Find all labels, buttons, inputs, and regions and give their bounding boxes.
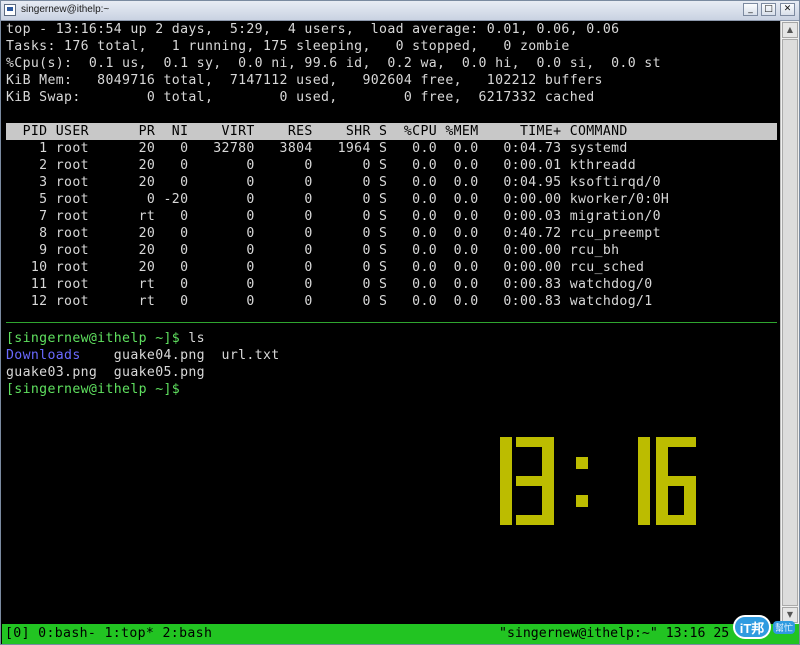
title-bar[interactable]: singernew@ithelp:~ _ □ ✕ bbox=[1, 1, 799, 21]
ls-file-entries: guake04.png url.txt bbox=[80, 348, 280, 363]
vertical-scrollbar[interactable]: ▲ ▼ bbox=[780, 21, 799, 624]
clock-digit-one bbox=[500, 437, 512, 525]
process-row: 3 root 20 0 0 0 0 S 0.0 0.0 0:04.95 ksof… bbox=[6, 175, 661, 190]
maximize-button[interactable]: □ bbox=[761, 3, 776, 16]
minimize-button[interactable]: _ bbox=[743, 3, 758, 16]
big-clock bbox=[498, 435, 708, 527]
tmux-status-bar: [0] 0:bash- 1:top* 2:bash "singernew@ith… bbox=[2, 624, 799, 644]
process-row: 7 root rt 0 0 0 0 S 0.0 0.0 0:00.03 migr… bbox=[6, 209, 661, 224]
shell-line: [singernew@ithelp ~]$ bbox=[6, 381, 180, 398]
window-title: singernew@ithelp:~ bbox=[21, 4, 110, 15]
top-summary-line: Tasks: 176 total, 1 running, 175 sleepin… bbox=[6, 39, 570, 54]
top-summary-line: KiB Swap: 0 total, 0 used, 0 free, 62173… bbox=[6, 90, 595, 105]
ls-file-entries: guake03.png guake05.png bbox=[6, 365, 205, 380]
process-row: 10 root 20 0 0 0 0 S 0.0 0.0 0:00.00 rcu… bbox=[6, 260, 645, 275]
shell-command: ls bbox=[180, 331, 205, 346]
process-row: 2 root 20 0 0 0 0 S 0.0 0.0 0:00.01 kthr… bbox=[6, 158, 637, 173]
process-row: 8 root 20 0 0 0 0 S 0.0 0.0 0:40.72 rcu_… bbox=[6, 226, 661, 241]
process-row: 12 root rt 0 0 0 0 S 0.0 0.0 0:00.83 wat… bbox=[6, 294, 653, 309]
process-table-header: PID USER PR NI VIRT RES SHR S %CPU %MEM … bbox=[6, 123, 777, 140]
ls-directory-entry: Downloads bbox=[6, 348, 81, 363]
shell-line: [singernew@ithelp ~]$ ls bbox=[6, 330, 205, 347]
shell-prompt: [singernew@ithelp ~]$ bbox=[6, 382, 181, 397]
top-summary-line: %Cpu(s): 0.1 us, 0.1 sy, 0.0 ni, 99.6 id… bbox=[6, 56, 661, 71]
ithelp-logo-subtext: 幫忙 bbox=[773, 621, 796, 634]
top-summary-line: top - 13:16:54 up 2 days, 5:29, 4 users,… bbox=[6, 22, 620, 37]
tmux-window-list[interactable]: [0] 0:bash- 1:top* 2:bash bbox=[5, 625, 212, 642]
clock-digit-one bbox=[638, 437, 650, 525]
process-row: 5 root 0 -20 0 0 0 S 0.0 0.0 0:00.00 kwo… bbox=[6, 192, 670, 207]
ithelp-watermark-logo: iT邦 幫忙 bbox=[731, 613, 799, 643]
ithelp-logo-bubble: iT邦 bbox=[733, 615, 771, 639]
process-row: 1 root 20 0 32780 3804 1964 S 0.0 0.0 0:… bbox=[6, 141, 628, 156]
terminal-window: singernew@ithelp:~ _ □ ✕ top - 13:16:54 … bbox=[0, 0, 800, 645]
scroll-up-button[interactable]: ▲ bbox=[782, 22, 798, 38]
close-button[interactable]: ✕ bbox=[780, 3, 795, 16]
tmux-status-right: "singernew@ithelp:~" 13:16 25 bbox=[499, 626, 730, 641]
shell-prompt: [singernew@ithelp ~]$ bbox=[6, 331, 181, 346]
terminal-app-icon bbox=[4, 4, 16, 16]
shell-line: Downloads guake04.png url.txt bbox=[6, 347, 280, 364]
top-summary-line: KiB Mem: 8049716 total, 7147112 used, 90… bbox=[6, 73, 603, 88]
process-row: 9 root 20 0 0 0 0 S 0.0 0.0 0:00.00 rcu_… bbox=[6, 243, 620, 258]
process-row: 11 root rt 0 0 0 0 S 0.0 0.0 0:00.83 wat… bbox=[6, 277, 653, 292]
process-header-text: PID USER PR NI VIRT RES SHR S %CPU %MEM … bbox=[6, 124, 628, 139]
terminal-content[interactable]: top - 13:16:54 up 2 days, 5:29, 4 users,… bbox=[2, 21, 779, 624]
scroll-thumb[interactable] bbox=[782, 39, 798, 606]
pane-divider[interactable] bbox=[6, 322, 777, 323]
